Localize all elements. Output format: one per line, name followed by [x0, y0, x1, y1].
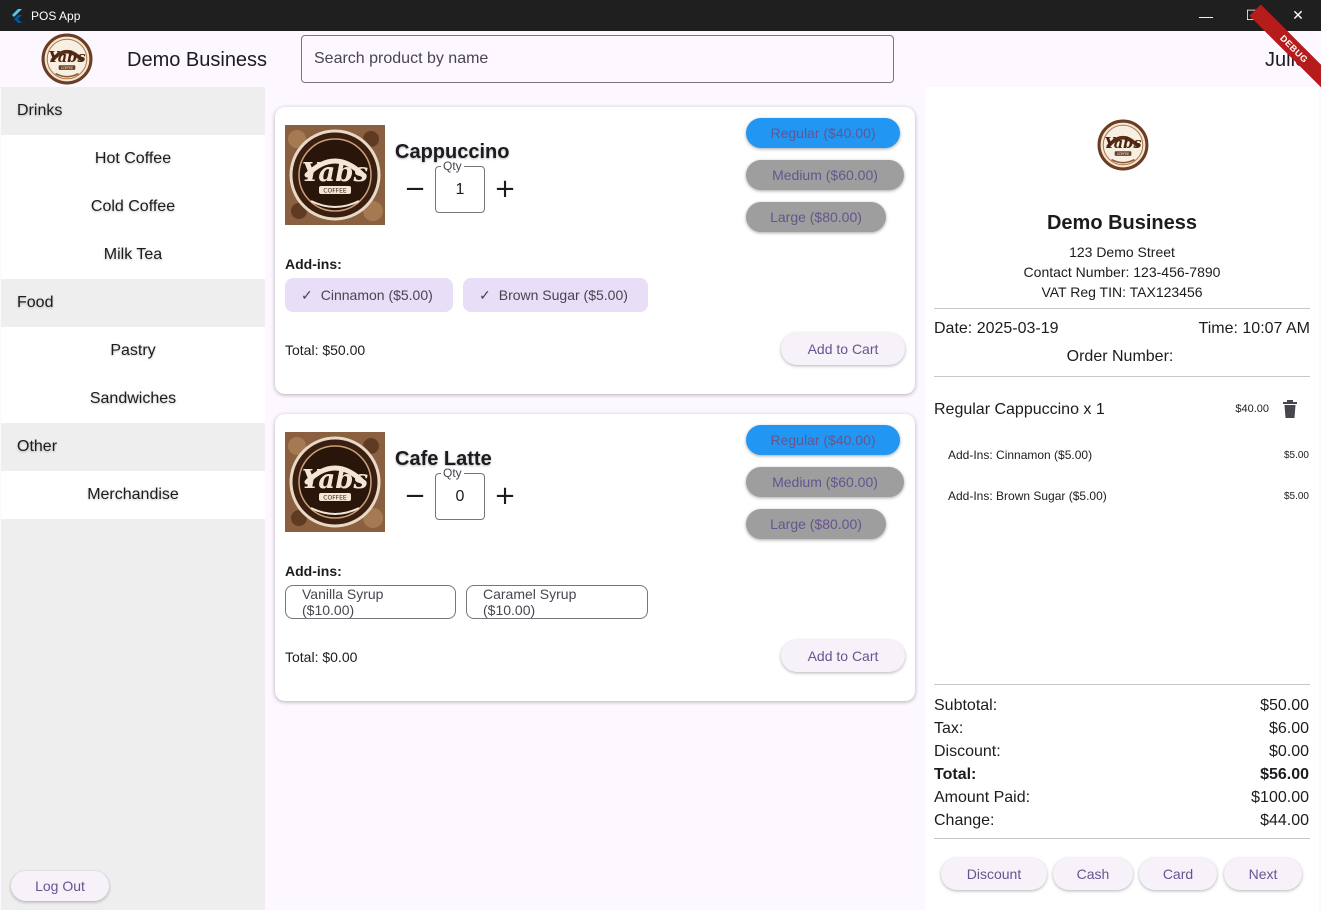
product-total: Total: $50.00 [285, 342, 366, 358]
addin-chip-cinnamon[interactable]: ✓ Cinnamon ($5.00) [285, 278, 453, 312]
receipt-time: Time: 10:07 AM [1198, 320, 1310, 337]
increase-qty-button[interactable]: + [491, 175, 519, 203]
sidebar-item-pastry[interactable]: Pastry [1, 327, 265, 375]
addin-chip-brown-sugar[interactable]: ✓ Brown Sugar ($5.00) [463, 278, 648, 312]
product-card-cappuccino: Cappuccino − 1 Qty + Regular ($40.00) Me… [275, 107, 915, 394]
qty-field[interactable]: 0 [435, 473, 485, 520]
receipt-addin-price: $5.00 [1283, 491, 1309, 502]
tax-value: $6.00 [1268, 720, 1309, 737]
total-value: $56.00 [1260, 766, 1309, 783]
receipt-addin-name: Add-Ins: Brown Sugar ($5.00) [948, 489, 1107, 503]
divider [934, 308, 1310, 309]
discount-label: Discount: [934, 743, 1001, 760]
receipt-panel: Demo Business 123 Demo Street Contact Nu… [925, 87, 1319, 910]
add-to-cart-button[interactable]: Add to Cart [781, 333, 905, 365]
window-titlebar: POS App — ☐ ✕ [0, 0, 1321, 31]
divider [934, 684, 1310, 685]
product-image [285, 432, 385, 532]
size-large-button[interactable]: Large ($80.00) [746, 202, 886, 232]
divider [934, 376, 1310, 377]
trash-icon[interactable] [1282, 400, 1298, 418]
tax-label: Tax: [934, 720, 964, 737]
size-regular-button[interactable]: Regular ($40.00) [746, 425, 900, 455]
product-image [285, 125, 385, 225]
sidebar-item-merchandise[interactable]: Merchandise [1, 471, 265, 519]
receipt-item-name: Regular Cappuccino x 1 [934, 401, 1105, 418]
sidebar-item-cold-coffee[interactable]: Cold Coffee [1, 183, 265, 231]
amount-paid-label: Amount Paid: [934, 789, 1031, 806]
flutter-icon [12, 8, 22, 23]
addin-chip-caramel-syrup[interactable]: Caramel Syrup ($10.00) [466, 585, 648, 619]
increase-qty-button[interactable]: + [491, 482, 519, 510]
category-header-other: Other [1, 423, 265, 471]
change-label: Change: [934, 812, 995, 829]
product-card-cafe-latte: Cafe Latte − 0 Qty + Regular ($40.00) Me… [275, 414, 915, 701]
receipt-date: Date: 2025-03-19 [934, 320, 1059, 337]
card-button[interactable]: Card [1139, 858, 1217, 890]
window-title: POS App [31, 8, 81, 23]
receipt-contact: Contact Number: 123-456-7890 [1023, 264, 1221, 280]
subtotal-label: Subtotal: [934, 697, 998, 714]
add-to-cart-button[interactable]: Add to Cart [781, 640, 905, 672]
category-header-food: Food [1, 279, 265, 327]
cash-button[interactable]: Cash [1053, 858, 1133, 890]
size-medium-button[interactable]: Medium ($60.00) [746, 467, 904, 497]
size-large-button[interactable]: Large ($80.00) [746, 509, 886, 539]
logout-button[interactable]: Log Out [11, 871, 109, 901]
size-medium-button[interactable]: Medium ($60.00) [746, 160, 904, 190]
next-button[interactable]: Next [1224, 858, 1302, 890]
check-icon: ✓ [479, 286, 491, 303]
business-logo [41, 33, 93, 85]
sidebar-item-milk-tea[interactable]: Milk Tea [1, 231, 265, 279]
receipt-item-price: $40.00 [1235, 403, 1269, 415]
change-value: $44.00 [1260, 812, 1309, 829]
category-header-drinks: Drinks [1, 87, 265, 135]
receipt-business-name: Demo Business [1046, 212, 1198, 234]
receipt-addin-price: $5.00 [1283, 450, 1309, 461]
addin-chip-label: Cinnamon ($5.00) [320, 287, 433, 303]
addin-chip-label: Brown Sugar ($5.00) [498, 287, 628, 303]
receipt-vat: VAT Reg TIN: TAX123456 [1041, 284, 1203, 300]
check-icon: ✓ [301, 286, 313, 303]
qty-label: Qty [441, 466, 464, 480]
addins-label: Add-ins: [285, 563, 342, 579]
amount-paid-value: $100.00 [1251, 789, 1309, 806]
sidebar-item-hot-coffee[interactable]: Hot Coffee [1, 135, 265, 183]
product-total: Total: $0.00 [285, 649, 358, 665]
size-regular-button[interactable]: Regular ($40.00) [746, 118, 900, 148]
receipt-order-number: Order Number: [1066, 348, 1174, 365]
discount-value: $0.00 [1268, 743, 1309, 760]
qty-field[interactable]: 1 [435, 166, 485, 213]
receipt-addin-name: Add-Ins: Cinnamon ($5.00) [948, 448, 1093, 462]
sidebar-item-sandwiches[interactable]: Sandwiches [1, 375, 265, 423]
addin-chip-label: Vanilla Syrup ($10.00) [302, 586, 384, 618]
total-label: Total: [934, 766, 977, 783]
discount-button[interactable]: Discount [941, 858, 1047, 890]
addins-label: Add-ins: [285, 256, 342, 272]
minimize-button[interactable]: — [1183, 0, 1229, 31]
divider [934, 838, 1310, 839]
business-name: Demo Business [127, 49, 268, 71]
addin-chip-label: Caramel Syrup ($10.00) [483, 586, 577, 618]
subtotal-value: $50.00 [1260, 697, 1309, 714]
search-input[interactable] [301, 35, 894, 83]
decrease-qty-button[interactable]: − [401, 482, 429, 510]
category-sidebar: Drinks Hot Coffee Cold Coffee Milk Tea F… [1, 87, 265, 910]
qty-label: Qty [441, 159, 464, 173]
receipt-address: 123 Demo Street [1069, 244, 1175, 260]
addin-chip-vanilla-syrup[interactable]: Vanilla Syrup ($10.00) [285, 585, 456, 619]
decrease-qty-button[interactable]: − [401, 175, 429, 203]
receipt-logo [1097, 117, 1149, 173]
app-header: Demo Business Julie DEBUG [0, 4, 1321, 94]
